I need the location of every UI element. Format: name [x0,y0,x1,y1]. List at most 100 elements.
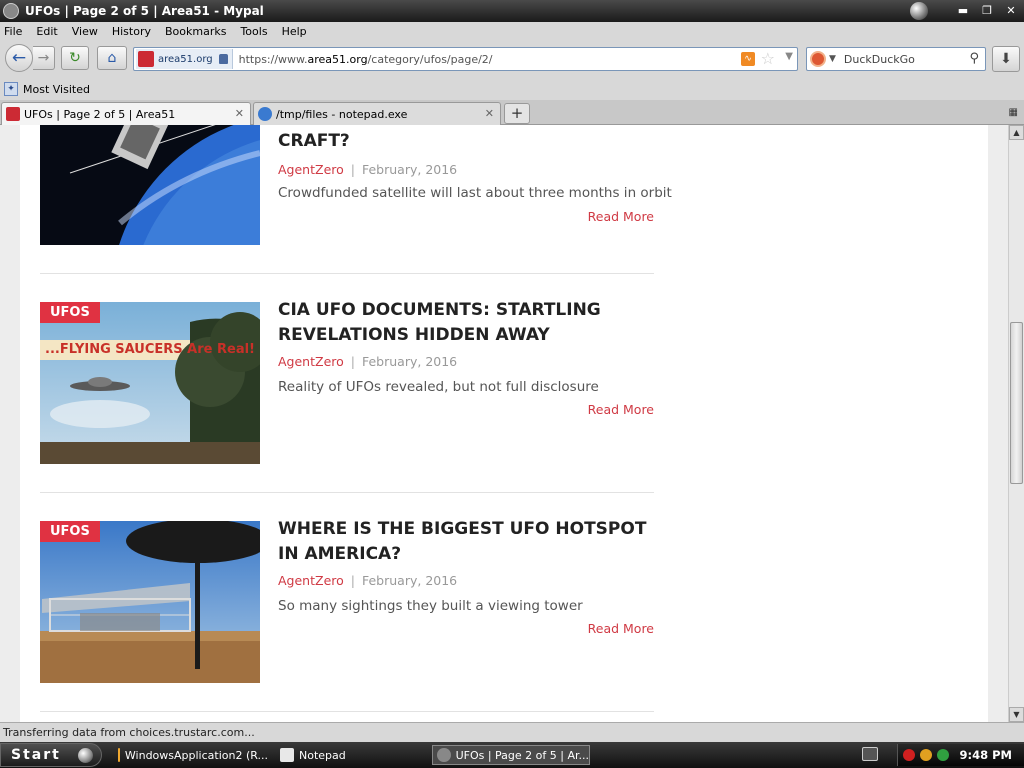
tab-strip: UFOs | Page 2 of 5 | Area51 ✕ /tmp/files… [0,100,1024,125]
close-window-button[interactable]: ✕ [1002,2,1020,19]
back-arrow-icon: ← [11,48,27,68]
home-button[interactable]: ⌂ [97,46,127,70]
tab-list-icon[interactable]: ▦ [1009,107,1018,118]
page-viewport: CRAFT? AgentZero | February, 2016 Crowdfun… [0,125,1008,722]
page-content: CRAFT? AgentZero | February, 2016 Crowdfun… [20,125,988,722]
close-tab-icon[interactable]: ✕ [235,107,244,120]
post-author[interactable]: AgentZero [278,162,344,177]
tab-label: UFOs | Page 2 of 5 | Area51 [24,107,176,121]
post-date: February, 2016 [361,573,458,588]
read-more-link[interactable]: Read More [588,402,654,417]
tray-alert-icon[interactable] [903,749,915,761]
taskbar-item-notepad[interactable]: Notepad [276,745,366,765]
bookmark-most-visited[interactable]: Most Visited [23,83,90,96]
url-bar[interactable]: area51.org https://www.area51.org/catego… [133,47,798,71]
bookmarks-toolbar: ✦ Most Visited [0,78,1024,100]
duckduckgo-icon[interactable] [810,51,826,67]
start-label: Start [11,747,61,763]
navigation-toolbar: ← → ↻ ⌂ area51.org https://www.area51.or… [0,40,1024,78]
start-button[interactable]: Start [0,743,102,767]
url-text[interactable]: https://www.area51.org/category/ufos/pag… [239,53,493,66]
post-divider [40,492,654,493]
post-thumbnail[interactable] [40,125,260,245]
tab-notepad[interactable]: /tmp/files - notepad.exe ✕ [253,102,501,125]
tab-label: /tmp/files - notepad.exe [276,107,408,121]
mypal-logo-icon [910,2,928,20]
post-title[interactable]: WHERE IS THE BIGGEST UFO HOTSPOT IN AMER… [278,517,658,567]
notepad-icon [280,748,294,762]
window-title-bar: UFOs | Page 2 of 5 | Area51 - Mypal ▬ ❐ … [0,0,1024,22]
site-host: area51.org [158,53,213,65]
post-excerpt: Crowdfunded satellite will last about th… [278,185,672,201]
url-dropdown-icon[interactable]: ▼ [785,51,793,62]
post-title[interactable]: CRAFT? [278,129,658,154]
menu-file[interactable]: File [4,25,22,38]
app-icon [118,748,120,762]
menu-bookmarks[interactable]: Bookmarks [165,25,226,38]
new-tab-button[interactable]: + [504,103,530,124]
keyboard-icon[interactable] [862,747,878,761]
close-tab-icon[interactable]: ✕ [485,107,494,120]
minimize-button[interactable]: ▬ [954,2,972,19]
post-date: February, 2016 [361,162,458,177]
post-author[interactable]: AgentZero [278,573,344,588]
read-more-link[interactable]: Read More [588,209,654,224]
reload-icon: ↻ [69,50,81,66]
search-engine-dropdown-icon[interactable]: ▼ [829,54,836,64]
taskbar-item-windowsapplication2[interactable]: WindowsApplication2 (R... [114,745,268,765]
lock-icon [218,54,228,64]
rss-feed-icon[interactable]: ∿ [741,52,755,66]
tab-ufos-area51[interactable]: UFOs | Page 2 of 5 | Area51 ✕ [1,102,251,125]
menu-view[interactable]: View [72,25,98,38]
area51-favicon [6,107,20,121]
start-orb-icon [78,748,93,763]
post-meta: AgentZero | February, 2016 [278,573,458,588]
downloads-button[interactable]: ⬇ [992,46,1020,72]
mypal-icon [437,748,451,762]
post-title[interactable]: CIA UFO DOCUMENTS: STARTLING REVELATIONS… [278,298,658,348]
reload-button[interactable]: ↻ [61,46,89,70]
category-badge[interactable]: UFOS [40,521,100,542]
tray-app-icon[interactable] [920,749,932,761]
post-excerpt: So many sightings they built a viewing t… [278,598,583,614]
search-bar[interactable]: ▼ DuckDuckGo ⚲ [806,47,986,71]
back-button[interactable]: ← [5,44,33,72]
menu-history[interactable]: History [112,25,151,38]
site-identity-badge[interactable]: area51.org [136,49,233,69]
post-date: February, 2016 [361,354,458,369]
post-thumbnail[interactable]: ...FLYING SAUCERS Are Real! UFOS [40,302,260,464]
post-excerpt: Reality of UFOs revealed, but not full d… [278,379,599,395]
menu-edit[interactable]: Edit [36,25,57,38]
scroll-up-button[interactable]: ▲ [1009,125,1024,140]
forward-button[interactable]: → [33,46,55,70]
scrollbar-thumb[interactable] [1010,322,1023,484]
taskbar-item-ufos-area51[interactable]: UFOs | Page 2 of 5 | Ar... [432,745,590,765]
mypal-app-icon[interactable] [3,3,19,19]
home-icon: ⌂ [107,50,117,66]
menu-bar: File Edit View History Bookmarks Tools H… [0,22,1024,40]
vertical-scrollbar[interactable]: ▲ ▼ [1008,125,1024,722]
read-more-link[interactable]: Read More [588,621,654,636]
thumbnail-banner-text: ...FLYING SAUCERS Are Real! [45,342,255,357]
post-meta: AgentZero | February, 2016 [278,162,458,177]
bookmark-star-icon[interactable]: ☆ [761,49,775,68]
search-input[interactable]: DuckDuckGo [844,53,915,66]
tray-network-icon[interactable] [937,749,949,761]
window-title: UFOs | Page 2 of 5 | Area51 - Mypal [25,4,264,18]
scroll-down-button[interactable]: ▼ [1009,707,1024,722]
site-favicon [138,51,154,67]
clock[interactable]: 9:48 PM [960,748,1012,762]
post-divider [40,273,654,274]
category-badge[interactable]: UFOS [40,302,100,323]
post-thumbnail[interactable]: UFOS [40,521,260,683]
post-author[interactable]: AgentZero [278,354,344,369]
most-visited-icon: ✦ [4,82,18,96]
menu-help[interactable]: Help [282,25,307,38]
forward-arrow-icon: → [37,50,50,66]
cloud-favicon [258,107,272,121]
status-bar: Transferring data from choices.trustarc.… [0,722,1024,742]
search-icon[interactable]: ⚲ [969,51,979,66]
post-meta: AgentZero | February, 2016 [278,354,458,369]
menu-tools[interactable]: Tools [240,25,267,38]
restore-button[interactable]: ❐ [978,2,996,19]
